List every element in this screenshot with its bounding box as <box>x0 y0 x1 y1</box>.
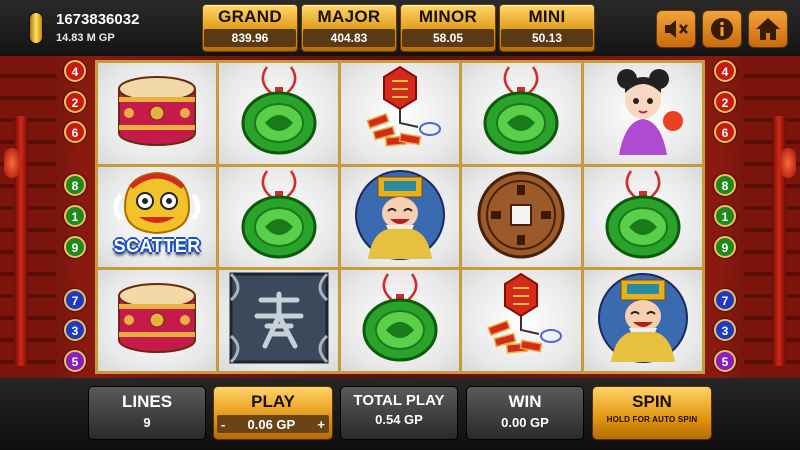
jackpot-name: GRAND <box>218 7 282 26</box>
lines-value: 9 <box>143 415 151 430</box>
lines-label: LINES <box>121 392 173 411</box>
reel-cell-firecracker <box>340 63 460 164</box>
jackpot-value: 839.96 <box>204 29 296 47</box>
gp-balance: 14.83 M GP <box>56 32 115 44</box>
reel-cell-drum <box>98 270 217 371</box>
payline-button[interactable]: 2 <box>714 90 736 113</box>
info-button[interactable] <box>702 10 742 48</box>
payline-button[interactable]: 1 <box>714 204 736 227</box>
top-bar: 1673836032 14.83 M GP GRAND 839.96 MAJOR… <box>0 0 800 56</box>
jackpot-minor: MINOR 58.05 <box>400 4 496 52</box>
lantern-icon <box>4 148 20 178</box>
reel-cell-fa-tile <box>219 270 338 371</box>
coin-symbol-icon <box>469 167 573 268</box>
payline-button[interactable]: 6 <box>64 121 86 144</box>
coin-icon <box>30 13 42 43</box>
fa-tile-symbol-icon <box>227 270 331 371</box>
payline-button[interactable]: 5 <box>64 349 86 372</box>
reel-cell-firecracker <box>462 270 581 371</box>
payline-button[interactable]: 3 <box>64 319 86 342</box>
jackpot-value: 50.13 <box>501 29 593 47</box>
mute-icon <box>665 20 688 38</box>
total-play-display: TOTAL PLAY 0.54 GP <box>340 386 458 440</box>
total-play-label: TOTAL PLAY <box>353 392 445 409</box>
reel-cell-girl <box>583 63 702 164</box>
win-label: WIN <box>508 392 542 411</box>
reel-cell-jade <box>340 270 460 371</box>
payline-button[interactable]: 8 <box>714 174 736 197</box>
jade-symbol-icon <box>591 167 695 268</box>
payline-button[interactable]: 3 <box>714 319 736 342</box>
payline-button[interactable]: 1 <box>64 204 86 227</box>
jackpot-mini: MINI 50.13 <box>499 4 595 52</box>
win-value: 0.00 GP <box>501 415 549 430</box>
bet-decrease-button[interactable]: - <box>221 417 225 432</box>
jackpot-name: MAJOR <box>317 7 381 26</box>
lantern-icon <box>780 148 796 178</box>
home-button[interactable] <box>748 10 788 48</box>
payline-strip-right: 4 2 6 8 1 9 7 3 5 <box>712 60 738 372</box>
payline-strip-left: 4 2 6 8 1 9 7 3 5 <box>62 60 88 372</box>
play-bet-control: PLAY - 0.06 GP + <box>213 386 333 440</box>
jackpot-name: MINOR <box>418 7 478 26</box>
payline-button[interactable]: 5 <box>714 349 736 372</box>
spin-button[interactable]: SPIN HOLD FOR AUTO SPIN <box>592 386 712 440</box>
payline-button[interactable]: 7 <box>714 288 736 311</box>
god-symbol-icon <box>348 167 452 268</box>
jackpot-name: MINI <box>528 7 566 26</box>
jackpot-value: 58.05 <box>402 29 494 47</box>
jackpot-grand: GRAND 839.96 <box>202 4 298 52</box>
reel-cell-jade <box>219 63 338 164</box>
scatter-label: SCATTER <box>113 236 201 257</box>
bet-increase-button[interactable]: + <box>317 417 325 432</box>
payline-button[interactable]: 9 <box>64 235 86 258</box>
jackpot-major: MAJOR 404.83 <box>301 4 397 52</box>
drum-symbol-icon <box>105 270 209 371</box>
payline-button[interactable]: 4 <box>714 60 736 82</box>
reel-cell-god <box>583 270 702 371</box>
mute-button[interactable] <box>656 10 696 48</box>
payline-button[interactable]: 6 <box>714 121 736 144</box>
temple-pillar-left <box>0 56 56 378</box>
girl-symbol-icon <box>591 63 695 164</box>
firecracker-symbol-icon <box>348 63 452 164</box>
reel-cell-jade <box>583 166 702 268</box>
play-stepper: - 0.06 GP + <box>217 415 329 433</box>
payline-button[interactable]: 9 <box>714 235 736 258</box>
payline-button[interactable]: 8 <box>64 174 86 197</box>
payline-button[interactable]: 4 <box>64 60 86 82</box>
play-value: 0.06 GP <box>247 416 296 432</box>
lines-button[interactable]: LINES 9 <box>88 386 206 440</box>
god-symbol-icon <box>591 270 695 371</box>
total-play-value: 0.54 GP <box>375 412 423 427</box>
payline-button[interactable]: 7 <box>64 288 86 311</box>
jade-symbol-icon <box>348 270 452 371</box>
payline-button[interactable]: 2 <box>64 90 86 113</box>
reel-cell-jade <box>219 166 338 268</box>
reel-grid: SCATTER <box>95 60 705 374</box>
reel-stage: 4 2 6 8 1 9 7 3 5 4 2 6 8 1 9 7 3 5 SCAT… <box>0 56 800 378</box>
jade-symbol-icon <box>227 63 331 164</box>
drum-symbol-icon <box>105 63 209 164</box>
home-icon <box>756 18 780 40</box>
reel-cell-coin <box>462 166 581 268</box>
jackpot-panel: GRAND 839.96 MAJOR 404.83 MINOR 58.05 MI… <box>202 4 595 52</box>
firecracker-symbol-icon <box>469 270 573 371</box>
spin-label: SPIN <box>632 392 672 411</box>
play-label: PLAY <box>251 392 295 411</box>
jade-symbol-icon <box>227 167 331 268</box>
reel-cell-lion: SCATTER <box>98 166 217 268</box>
player-id: 1673836032 <box>56 11 140 28</box>
spin-sublabel: HOLD FOR AUTO SPIN <box>606 415 698 424</box>
info-icon <box>711 18 733 40</box>
jackpot-value: 404.83 <box>303 29 395 47</box>
reel-cell-jade <box>462 63 581 164</box>
win-display: WIN 0.00 GP <box>466 386 584 440</box>
bottom-bar: LINES 9 PLAY - 0.06 GP + TOTAL PLAY 0.54… <box>0 378 800 450</box>
jade-symbol-icon <box>469 63 573 164</box>
reel-cell-god <box>340 166 460 268</box>
reel-cell-drum <box>98 63 217 164</box>
